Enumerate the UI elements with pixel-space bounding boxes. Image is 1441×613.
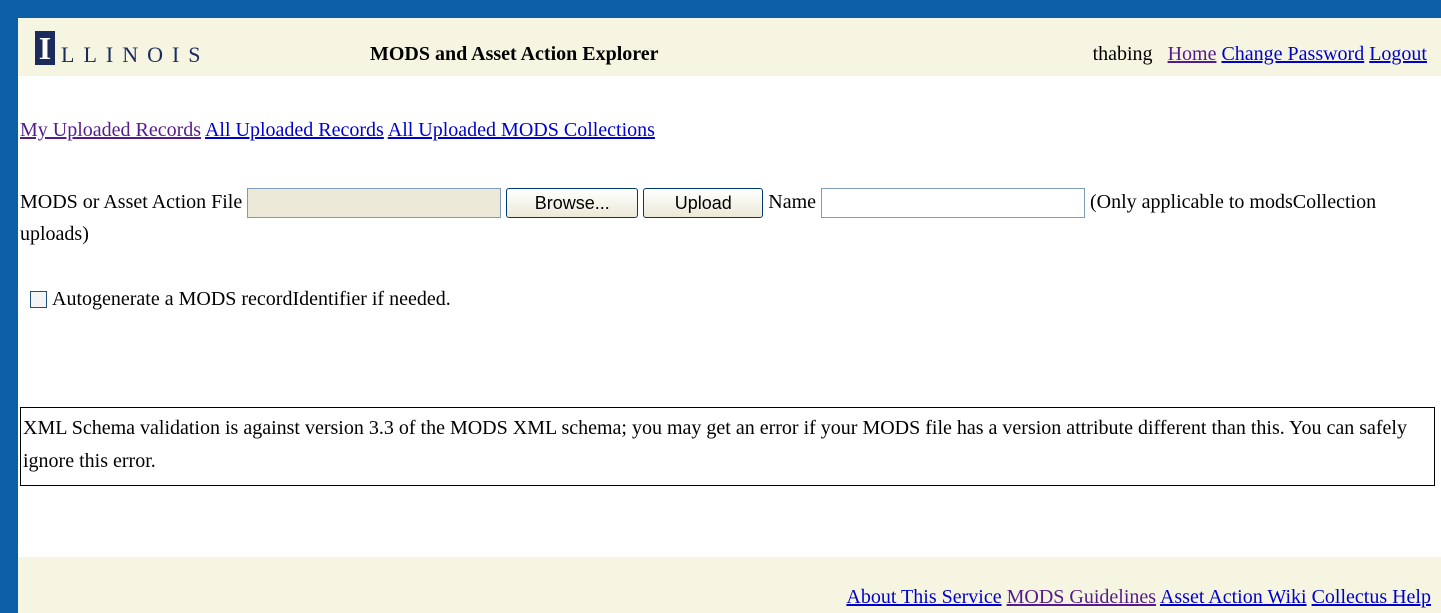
footer-links: About This Service MODS Guidelines Asset… [846, 586, 1431, 609]
user-menu: thabing Home Change Password Logout [1093, 43, 1427, 66]
change-password-link[interactable]: Change Password [1221, 43, 1364, 65]
illinois-logo: I LLINOIS [35, 24, 210, 72]
home-link[interactable]: Home [1168, 43, 1217, 65]
autogenerate-label: Autogenerate a MODS recordIdentifier if … [52, 288, 451, 310]
logo-wordmark: LLINOIS [61, 42, 210, 67]
schema-notice: XML Schema validation is against version… [20, 407, 1435, 486]
all-mods-collections-link[interactable]: All Uploaded MODS Collections [388, 119, 655, 141]
logout-link[interactable]: Logout [1369, 43, 1427, 65]
about-service-link[interactable]: About This Service [846, 586, 1001, 608]
name-field[interactable] [821, 188, 1086, 219]
mods-guidelines-link[interactable]: MODS Guidelines [1007, 586, 1156, 608]
page-frame: I LLINOIS MODS and Asset Action Explorer… [18, 18, 1441, 613]
file-path-field[interactable] [247, 188, 502, 219]
header-bar: I LLINOIS MODS and Asset Action Explorer… [18, 18, 1441, 76]
file-label: MODS or Asset Action File [20, 191, 243, 213]
records-nav: My Uploaded Records All Uploaded Records… [20, 119, 655, 142]
name-label: Name [768, 191, 817, 213]
my-uploaded-records-link[interactable]: My Uploaded Records [20, 119, 201, 141]
app-title: MODS and Asset Action Explorer [370, 43, 659, 65]
upload-form: MODS or Asset Action File Browse... Uplo… [20, 186, 1430, 250]
all-uploaded-records-link[interactable]: All Uploaded Records [205, 119, 384, 141]
collectus-help-link[interactable]: Collectus Help [1312, 586, 1431, 608]
footer-bar: About This Service MODS Guidelines Asset… [18, 557, 1441, 613]
logo-mark: I [35, 31, 55, 65]
browse-button[interactable]: Browse... [506, 188, 639, 219]
autogenerate-checkbox[interactable] [30, 291, 47, 308]
autogenerate-row: Autogenerate a MODS recordIdentifier if … [30, 288, 451, 311]
username: thabing [1092, 43, 1153, 65]
asset-action-wiki-link[interactable]: Asset Action Wiki [1160, 586, 1307, 608]
upload-button[interactable]: Upload [643, 188, 764, 219]
